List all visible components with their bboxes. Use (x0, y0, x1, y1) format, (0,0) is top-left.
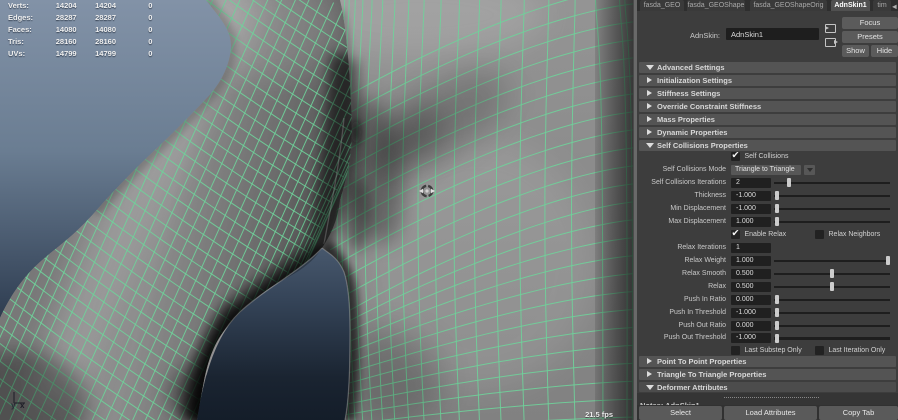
svg-text:y: y (11, 401, 16, 410)
svg-text:x: x (20, 401, 25, 410)
